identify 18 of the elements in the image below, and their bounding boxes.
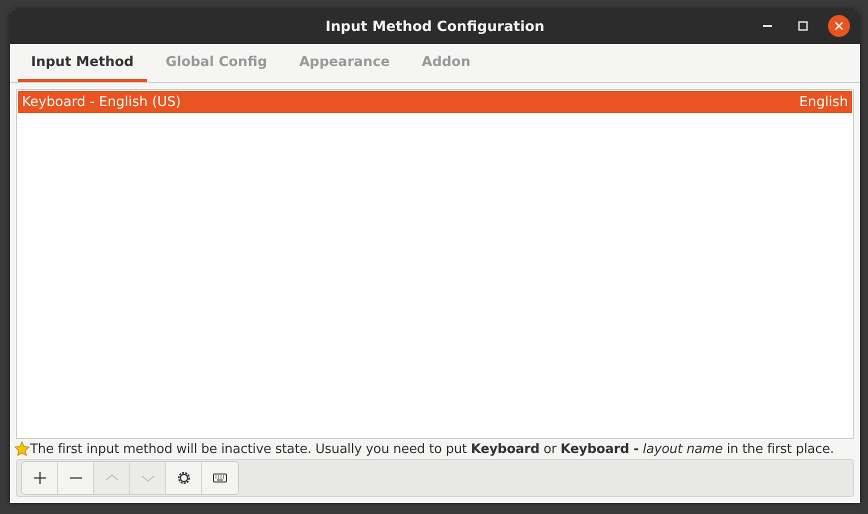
tab[interactable]: Appearance: [286, 44, 403, 82]
input-method-language: English: [799, 94, 848, 110]
tab[interactable]: Input Method: [18, 44, 147, 82]
minimize-icon: [762, 25, 772, 27]
maximize-icon: [796, 19, 810, 33]
window-title: Input Method Configuration: [324, 18, 546, 34]
plus-button[interactable]: [22, 462, 58, 494]
keyboard-icon: [213, 471, 227, 485]
plus-icon: [32, 471, 46, 485]
input-method-name: Keyboard - English (US): [22, 94, 181, 110]
input-method-row[interactable]: Keyboard - English (US) English: [18, 91, 852, 113]
hint-text: The first input method will be inactive state. Usually you need to put Keyboard or Keyboard - layout name in the first place.: [30, 442, 834, 456]
gear-icon: [176, 471, 190, 485]
close-button[interactable]: [828, 15, 850, 37]
close-icon: [832, 19, 846, 33]
star-icon: [14, 441, 30, 457]
tab[interactable]: Global Config: [152, 44, 280, 82]
tab[interactable]: Addon: [408, 44, 484, 82]
